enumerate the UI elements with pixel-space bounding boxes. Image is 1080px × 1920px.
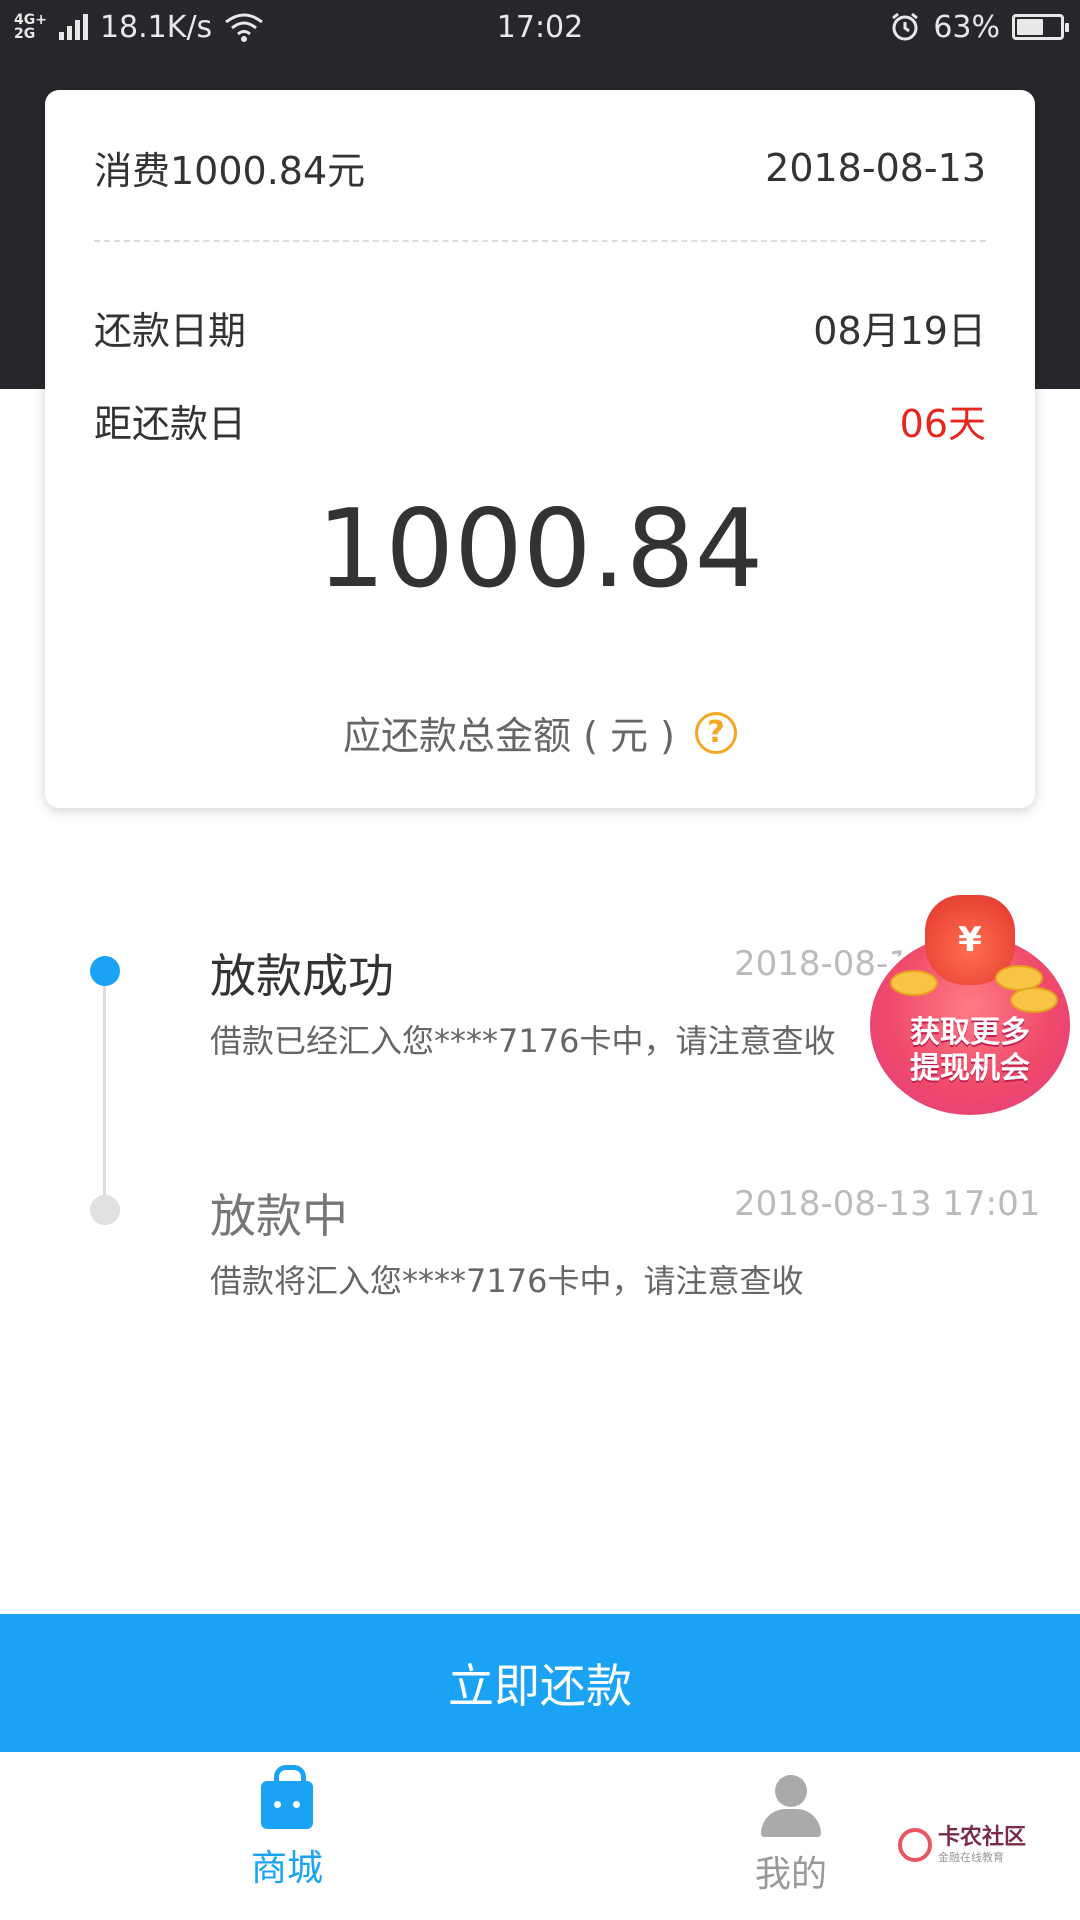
timeline-item-title: 放款中 xyxy=(210,1189,348,1243)
nav-item-shop[interactable]: 商城 xyxy=(137,1752,437,1920)
promo-text: 获取更多 提现机会 xyxy=(870,1015,1070,1087)
consumption-date: 2018-08-13 xyxy=(765,145,986,190)
promo-badge[interactable]: ¥ 获取更多 提现机会 xyxy=(870,895,1070,1115)
watermark-text: 卡农社区 金融在线教育 xyxy=(938,1825,1027,1864)
dashed-divider xyxy=(94,240,986,242)
consumption-amount: 消费1000.84元 xyxy=(94,149,366,193)
timeline-line xyxy=(103,985,106,1205)
timeline-item-title: 放款成功 xyxy=(210,949,394,1003)
days-left-row: 距还款日 06天 xyxy=(94,393,986,448)
consumption-row: 消费1000.84元 2018-08-13 xyxy=(94,140,986,195)
watermark: 卡农社区 金融在线教育 xyxy=(898,1827,1026,1863)
timeline-item-desc: 借款已经汇入您****7176卡中，请注意查收 xyxy=(210,1022,836,1060)
battery-percent: 63% xyxy=(933,9,1000,45)
status-right: 63% xyxy=(889,9,1069,45)
nav-item-mine[interactable]: 我的 xyxy=(641,1752,941,1920)
alarm-icon xyxy=(892,12,919,41)
watermark-logo-icon xyxy=(898,1828,932,1862)
bottom-nav: 商城 我的 卡农社区 金融在线教育 xyxy=(0,1752,1080,1920)
repay-date-label: 还款日期 xyxy=(94,309,247,353)
repay-date-value: 08月19日 xyxy=(813,309,986,353)
nav-item-label: 我的 xyxy=(754,1854,827,1895)
signal-icon xyxy=(58,14,88,40)
network-type-top: 4G+ xyxy=(14,12,47,28)
user-icon xyxy=(759,1775,823,1837)
battery-icon xyxy=(1012,14,1069,40)
timeline-item-time: 2018-08-13 17:01 xyxy=(734,1184,1041,1224)
network-speed: 18.1K/s xyxy=(99,9,213,45)
watermark-main: 卡农社区 xyxy=(938,1825,1027,1850)
battery-fill xyxy=(1017,19,1044,35)
timeline-item-desc: 借款将汇入您****7176卡中，请注意查收 xyxy=(210,1262,804,1300)
coin-icon xyxy=(890,970,938,996)
wifi-icon xyxy=(225,13,264,42)
total-amount: 1000.84 xyxy=(316,487,764,612)
total-amount-label: 应还款总金额 ( 元 ) xyxy=(343,714,675,758)
total-amount-caption: 应还款总金额 ( 元 ) ? xyxy=(45,705,1035,760)
promo-line-2: 提现机会 xyxy=(910,1051,1030,1086)
help-icon[interactable]: ? xyxy=(694,711,737,754)
status-bar: 4G+ 2G 18.1K/s 17:02 63% xyxy=(0,0,1080,54)
timeline-dot-active xyxy=(90,956,120,986)
repay-now-button[interactable]: 立即还款 xyxy=(0,1614,1080,1752)
promo-line-1: 获取更多 xyxy=(910,1015,1030,1050)
watermark-sub: 金融在线教育 xyxy=(938,1851,1004,1864)
network-type: 4G+ 2G xyxy=(14,13,47,41)
repay-date-row: 还款日期 08月19日 xyxy=(94,300,986,355)
shopping-bag-icon xyxy=(261,1765,313,1829)
days-left-value: 06天 xyxy=(899,402,986,446)
coin-icon xyxy=(1010,987,1058,1013)
days-left-label: 距还款日 xyxy=(94,402,247,446)
repayment-card: 消费1000.84元 2018-08-13 还款日期 08月19日 距还款日 0… xyxy=(45,90,1035,808)
timeline-dot-done xyxy=(90,1195,120,1225)
network-type-bottom: 2G xyxy=(14,26,36,42)
status-left: 4G+ 2G 18.1K/s xyxy=(14,10,264,45)
yuan-symbol: ¥ xyxy=(958,920,982,960)
nav-item-label: 商城 xyxy=(250,1848,323,1889)
